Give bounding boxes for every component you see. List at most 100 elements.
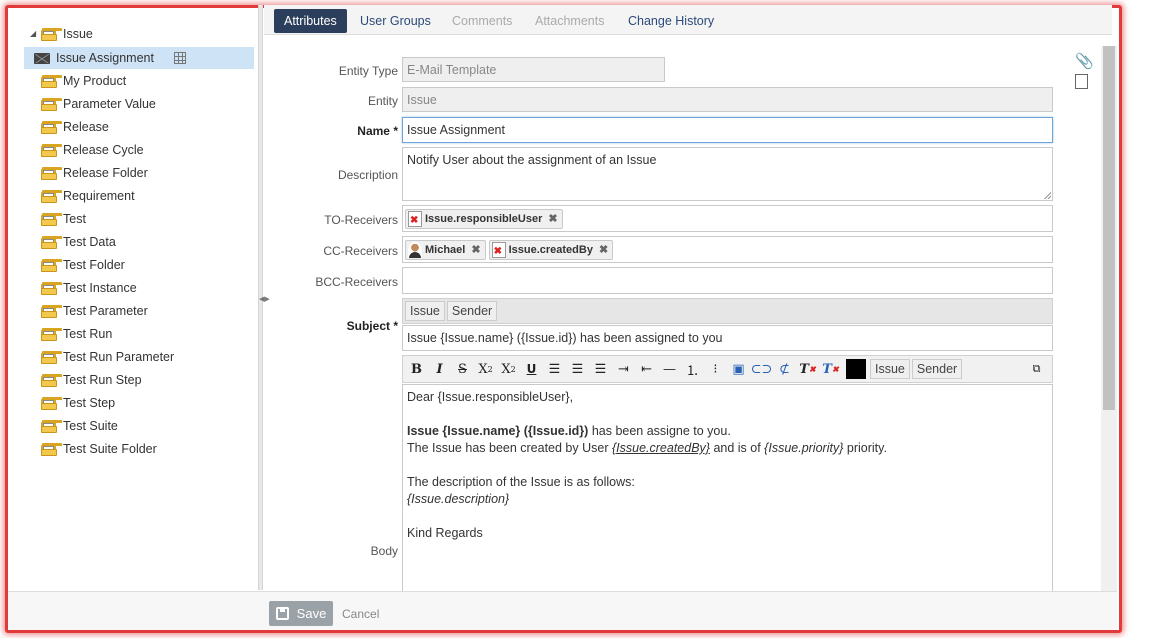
bullet-list-icon[interactable]: ⁝: [704, 358, 727, 380]
unlink-icon[interactable]: ⊄: [773, 358, 796, 380]
tree-item[interactable]: Release Cycle: [8, 139, 240, 161]
text-color-swatch[interactable]: [846, 359, 866, 379]
maximize-icon[interactable]: ⧉: [1025, 358, 1048, 380]
scrollbar-thumb[interactable]: [1103, 46, 1115, 410]
tree-item-label: Test Parameter: [63, 304, 148, 318]
remove-icon[interactable]: ✖: [599, 243, 608, 256]
italic-button[interactable]: I: [428, 358, 451, 380]
outdent-icon[interactable]: ⇤: [635, 358, 658, 380]
tree-item-label: Test Instance: [63, 281, 137, 295]
align-right-icon[interactable]: ☰: [589, 358, 612, 380]
tree-item[interactable]: My Product: [8, 70, 240, 92]
numbered-list-icon[interactable]: ⒈: [681, 358, 704, 380]
footer-bar: Save Cancel: [8, 591, 1117, 630]
tree-item-issue[interactable]: ◢ Issue: [8, 23, 240, 45]
save-disk-icon: [275, 607, 289, 620]
tree-item-label: Release Cycle: [63, 143, 144, 157]
tab-user-groups[interactable]: User Groups: [350, 9, 441, 33]
cc-receivers-field[interactable]: Michael ✖ Issue.createdBy ✖: [402, 236, 1053, 263]
tree-item[interactable]: Release Folder: [8, 162, 240, 184]
form-scrollbar[interactable]: [1101, 46, 1117, 591]
receiver-token[interactable]: Issue.createdBy ✖: [488, 239, 614, 260]
tab-comments: Comments: [452, 14, 513, 28]
strikethrough-button[interactable]: S: [451, 358, 474, 380]
body-editor[interactable]: Dear {Issue.responsibleUser}, Issue {Iss…: [402, 384, 1053, 591]
tree-item[interactable]: Test Run Parameter: [8, 346, 240, 368]
insert-issue-button[interactable]: Issue: [405, 301, 445, 321]
folder-mail-icon: [41, 350, 62, 364]
folder-mail-icon: [41, 189, 62, 203]
paperclip-icon[interactable]: 📎: [1075, 52, 1094, 70]
subject-field[interactable]: Issue {Issue.name} ({Issue.id}) has been…: [402, 325, 1053, 351]
tree-item[interactable]: Requirement: [8, 185, 240, 207]
bcc-receivers-label: BCC-Receivers: [315, 275, 398, 289]
entity-label: Entity: [367, 94, 398, 108]
insert-sender-button[interactable]: Sender: [446, 301, 498, 321]
tree-item[interactable]: Test Run Step: [8, 369, 240, 391]
subscript-button[interactable]: X2: [474, 358, 497, 380]
tree-item[interactable]: Test Instance: [8, 277, 240, 299]
tree-item[interactable]: Parameter Value: [8, 93, 240, 115]
body-greeting: Dear {Issue.responsibleUser},: [407, 390, 574, 404]
tree-item[interactable]: Test Folder: [8, 254, 240, 276]
subject-label: Subject *: [346, 319, 398, 333]
clear-format-icon[interactable]: T ✖: [796, 358, 819, 380]
cancel-link[interactable]: Cancel: [342, 607, 379, 621]
tree-item[interactable]: Test Suite: [8, 415, 240, 437]
description-text: Notify User about the assignment of an I…: [407, 153, 657, 167]
collapse-arrow-icon[interactable]: ◢: [30, 29, 36, 38]
page-icon[interactable]: [1075, 74, 1088, 89]
save-label: Save: [296, 606, 327, 621]
tree-item[interactable]: Test Step: [8, 392, 240, 414]
receiver-token-label: Michael: [425, 243, 466, 256]
clear-styles-icon[interactable]: T ✖: [819, 358, 842, 380]
align-left-icon[interactable]: ☰: [543, 358, 566, 380]
resize-handle-icon[interactable]: [1044, 192, 1051, 199]
entity-tree: ◢ Issue Issue Assignment My Product Param…: [8, 8, 258, 593]
insert-issue-button[interactable]: Issue: [870, 359, 910, 379]
tree-item-label: Parameter Value: [63, 97, 156, 111]
remove-icon[interactable]: ✖: [548, 212, 557, 225]
side-actions: 📎: [1075, 52, 1094, 89]
folder-mail-icon: [41, 442, 62, 456]
underline-button[interactable]: U: [520, 358, 543, 380]
receiver-token[interactable]: Issue.responsibleUser ✖: [405, 208, 563, 229]
grid-icon[interactable]: [173, 52, 186, 64]
superscript-button[interactable]: X2: [497, 358, 520, 380]
description-field[interactable]: Notify User about the assignment of an I…: [402, 147, 1053, 201]
tree-item[interactable]: Test Parameter: [8, 300, 240, 322]
user-icon: [408, 241, 422, 258]
insert-sender-button[interactable]: Sender: [911, 359, 963, 379]
image-icon[interactable]: ▣: [727, 358, 750, 380]
tree-item-issue-assignment[interactable]: Issue Assignment: [24, 47, 254, 69]
tree-item[interactable]: Test: [8, 208, 240, 230]
indent-icon[interactable]: ⇥: [612, 358, 635, 380]
horizontal-rule-icon[interactable]: —: [658, 358, 681, 380]
tree-item-label: Test Run Step: [63, 373, 142, 387]
save-button[interactable]: Save: [269, 601, 333, 626]
tree-item-label: Issue: [63, 27, 93, 41]
body-line: The description of the Issue is as follo…: [407, 475, 635, 489]
cc-receivers-label: CC-Receivers: [323, 244, 398, 258]
align-center-icon[interactable]: ☰: [566, 358, 589, 380]
tab-change-history[interactable]: Change History: [618, 9, 724, 33]
entity-type-field: E-Mail Template: [402, 57, 665, 82]
name-field[interactable]: Issue Assignment: [402, 117, 1053, 143]
tree-item[interactable]: Test Data: [8, 231, 240, 253]
panel-splitter[interactable]: ◀▶: [258, 5, 270, 590]
tree-item[interactable]: Test Suite Folder: [8, 438, 240, 460]
body-line: The Issue has been created by User {Issu…: [407, 441, 887, 455]
tree-item[interactable]: Release: [8, 116, 240, 138]
folder-mail-icon: [41, 120, 62, 134]
body-editor-toolbar: B I S X2 X2 U ☰ ☰ ☰ ⇥ ⇤ — ⒈ ⁝ ▣ ⊂⊃ ⊄ T ✖ …: [402, 355, 1053, 383]
bold-button[interactable]: B: [405, 358, 428, 380]
receiver-token[interactable]: Michael ✖: [405, 239, 486, 260]
link-icon[interactable]: ⊂⊃: [750, 358, 773, 380]
remove-icon[interactable]: ✖: [471, 243, 480, 256]
to-receivers-field[interactable]: Issue.responsibleUser ✖: [402, 205, 1053, 232]
tree-item[interactable]: Test Run: [8, 323, 240, 345]
receiver-token-label: Issue.responsibleUser: [425, 212, 543, 225]
tree-item-label: Test Run Parameter: [63, 350, 175, 364]
bcc-receivers-field[interactable]: [402, 267, 1053, 294]
tab-attributes[interactable]: Attributes: [274, 9, 347, 33]
